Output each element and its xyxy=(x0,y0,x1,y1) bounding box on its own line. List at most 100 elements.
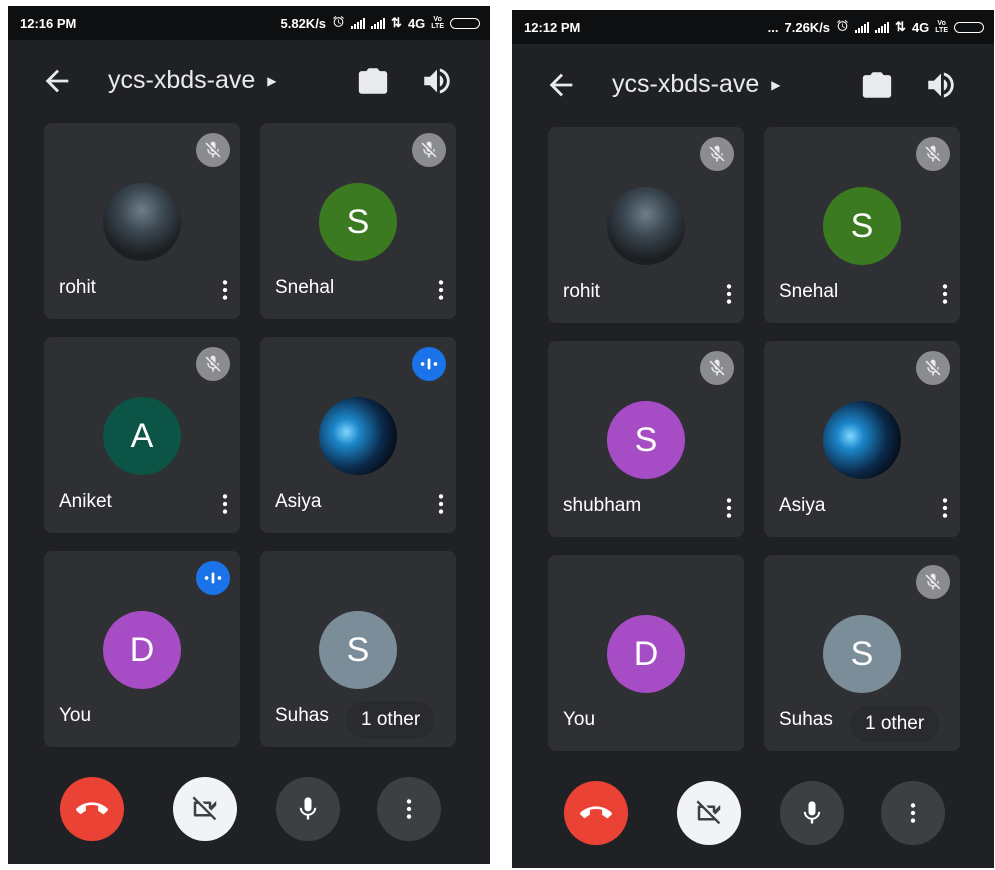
status-time: 12:12 PM xyxy=(524,20,581,35)
participant-name: You xyxy=(563,709,596,730)
audio-levels-icon xyxy=(196,561,230,595)
mic-off-icon xyxy=(196,347,230,381)
avatar: S xyxy=(319,183,397,261)
mic-off-icon xyxy=(916,565,950,599)
participant-tile[interactable]: D You xyxy=(44,551,240,747)
volte-icon: Vo LTE xyxy=(431,16,444,30)
status-bar: 12:12 PM... 7.26K/s ⇅ 4G Vo LTE xyxy=(512,10,994,44)
participant-tile[interactable]: A Aniket xyxy=(44,337,240,533)
avatar: D xyxy=(607,615,685,693)
avatar: S xyxy=(607,401,685,479)
participant-tile[interactable]: S Snehal xyxy=(260,123,456,319)
avatar: A xyxy=(103,397,181,475)
participant-tile[interactable]: D You xyxy=(548,555,744,751)
participant-tile[interactable]: Sshubham xyxy=(548,341,744,537)
caret-right-icon: ▶ xyxy=(267,73,277,88)
avatar: S xyxy=(823,615,901,693)
mic-off-icon xyxy=(916,137,950,171)
end-call-button[interactable] xyxy=(60,777,124,841)
alarm-icon xyxy=(332,15,345,31)
participant-name: Suhas xyxy=(275,705,329,726)
participant-more-button[interactable] xyxy=(716,281,736,307)
participant-tile[interactable]: rohit xyxy=(548,127,744,323)
meeting-code: ycs-xbds-ave xyxy=(108,66,256,94)
meeting-code: ycs-xbds-ave xyxy=(612,70,760,98)
avatar xyxy=(823,401,901,479)
audio-output-button[interactable] xyxy=(420,64,454,98)
status-time: 12:16 PM xyxy=(20,16,77,31)
participant-more-button[interactable] xyxy=(428,277,448,303)
participant-name: Snehal xyxy=(779,281,839,302)
avatar xyxy=(607,187,685,265)
participant-more-button[interactable] xyxy=(212,491,232,517)
participant-name: Asiya xyxy=(275,491,322,512)
back-button[interactable] xyxy=(544,68,578,102)
participant-name: shubham xyxy=(563,495,642,516)
battery-icon xyxy=(954,21,984,33)
signal-icon xyxy=(855,21,870,33)
participant-tile[interactable]: S Suhas 1 other xyxy=(260,551,456,747)
more-options-button[interactable] xyxy=(377,777,441,841)
data-arrows-icon: ⇅ xyxy=(895,19,906,34)
participant-name: Aniket xyxy=(59,491,112,512)
signal-icon xyxy=(371,17,386,29)
network-type: 4G xyxy=(407,15,426,31)
switch-camera-button[interactable] xyxy=(860,68,894,102)
others-count-chip[interactable]: 1 other xyxy=(346,701,436,739)
mic-off-icon xyxy=(700,137,734,171)
caret-right-icon: ▶ xyxy=(771,77,781,92)
meet-screen-1: 12:16 PM 5.82K/s ⇅ 4G Vo LTE ycs-xbds-ave ▶ rohi… xyxy=(8,6,490,864)
switch-camera-button[interactable] xyxy=(356,64,390,98)
network-speed: 7.26K/s xyxy=(784,19,831,35)
data-arrows-icon: ⇅ xyxy=(391,15,402,30)
participant-more-button[interactable] xyxy=(716,495,736,521)
participant-more-button[interactable] xyxy=(932,281,952,307)
participant-name: You xyxy=(59,705,92,726)
meet-screen-2: 12:12 PM... 7.26K/s ⇅ 4G Vo LTE ycs-xbds-ave ▶ r… xyxy=(512,10,994,868)
participant-tile[interactable]: S Suhas 1 other xyxy=(764,555,960,751)
mic-off-icon xyxy=(916,351,950,385)
participant-name: rohit xyxy=(59,277,96,298)
meeting-code-button[interactable]: ycs-xbds-ave ▶ xyxy=(612,70,781,99)
participant-name: Suhas xyxy=(779,709,833,730)
participant-name: rohit xyxy=(563,281,600,302)
participant-more-button[interactable] xyxy=(428,491,448,517)
participant-tile[interactable]: Asiya xyxy=(764,341,960,537)
avatar: S xyxy=(823,187,901,265)
alarm-icon xyxy=(836,19,849,35)
call-top-bar: ycs-xbds-ave ▶ xyxy=(8,54,490,104)
camera-toggle-button[interactable] xyxy=(677,781,741,845)
participant-name: Snehal xyxy=(275,277,335,298)
end-call-button[interactable] xyxy=(564,781,628,845)
status-icons: ... 7.26K/s ⇅ 4G Vo LTE xyxy=(768,19,984,35)
status-dots: ... xyxy=(767,19,779,35)
status-bar: 12:16 PM 5.82K/s ⇅ 4G Vo LTE xyxy=(8,6,490,40)
avatar xyxy=(103,183,181,261)
call-top-bar: ycs-xbds-ave ▶ xyxy=(512,58,994,108)
back-button[interactable] xyxy=(40,64,74,98)
participant-tile[interactable]: rohit xyxy=(44,123,240,319)
participant-more-button[interactable] xyxy=(932,495,952,521)
signal-icon xyxy=(875,21,890,33)
volte-icon: Vo LTE xyxy=(935,20,948,34)
participant-more-button[interactable] xyxy=(212,277,232,303)
meeting-code-button[interactable]: ycs-xbds-ave ▶ xyxy=(108,66,277,95)
network-speed: 5.82K/s xyxy=(280,15,327,31)
audio-levels-icon xyxy=(412,347,446,381)
battery-icon xyxy=(450,17,480,29)
signal-icon xyxy=(351,17,366,29)
microphone-toggle-button[interactable] xyxy=(276,777,340,841)
participant-name: Asiya xyxy=(779,495,826,516)
participant-tile[interactable]: Asiya xyxy=(260,337,456,533)
avatar: S xyxy=(319,611,397,689)
camera-toggle-button[interactable] xyxy=(173,777,237,841)
mic-off-icon xyxy=(412,133,446,167)
microphone-toggle-button[interactable] xyxy=(780,781,844,845)
others-count-chip[interactable]: 1 other xyxy=(850,705,940,743)
audio-output-button[interactable] xyxy=(924,68,958,102)
participant-tile[interactable]: S Snehal xyxy=(764,127,960,323)
avatar: D xyxy=(103,611,181,689)
mic-off-icon xyxy=(196,133,230,167)
avatar xyxy=(319,397,397,475)
more-options-button[interactable] xyxy=(881,781,945,845)
